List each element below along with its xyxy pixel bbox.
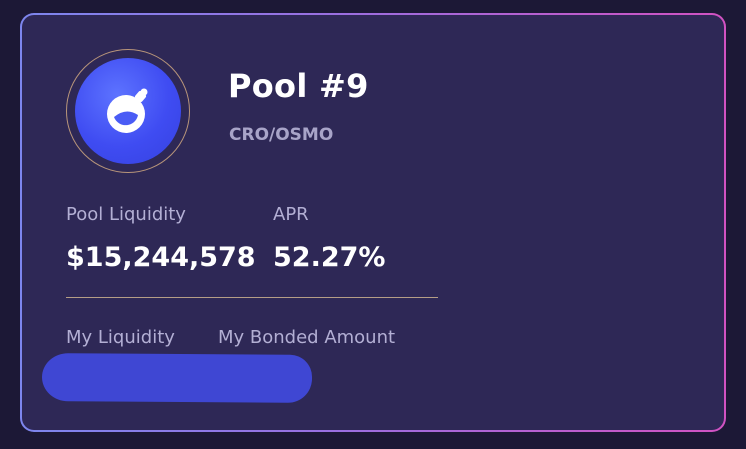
redacted-values [41,353,313,403]
my-liquidity-label: My Liquidity [66,327,175,348]
divider [66,297,438,298]
pool-title: Pool #9 [228,67,369,105]
pool-liquidity-label: Pool Liquidity [66,204,186,225]
flask-icon-graphic [107,88,148,133]
my-bonded-amount-label: My Bonded Amount [218,327,396,348]
apr-label: APR [273,204,309,225]
pool-liquidity-value: $15,244,578 [66,242,256,273]
pool-pair: CRO/OSMO [229,125,334,145]
osmosis-flask-icon [75,58,181,164]
apr-value: 52.27% [273,242,386,273]
pool-card-body: Pool #9 CRO/OSMO Pool Liquidity $15,244,… [22,15,724,430]
pool-card[interactable]: Pool #9 CRO/OSMO Pool Liquidity $15,244,… [20,13,726,432]
pool-logo [66,49,190,173]
